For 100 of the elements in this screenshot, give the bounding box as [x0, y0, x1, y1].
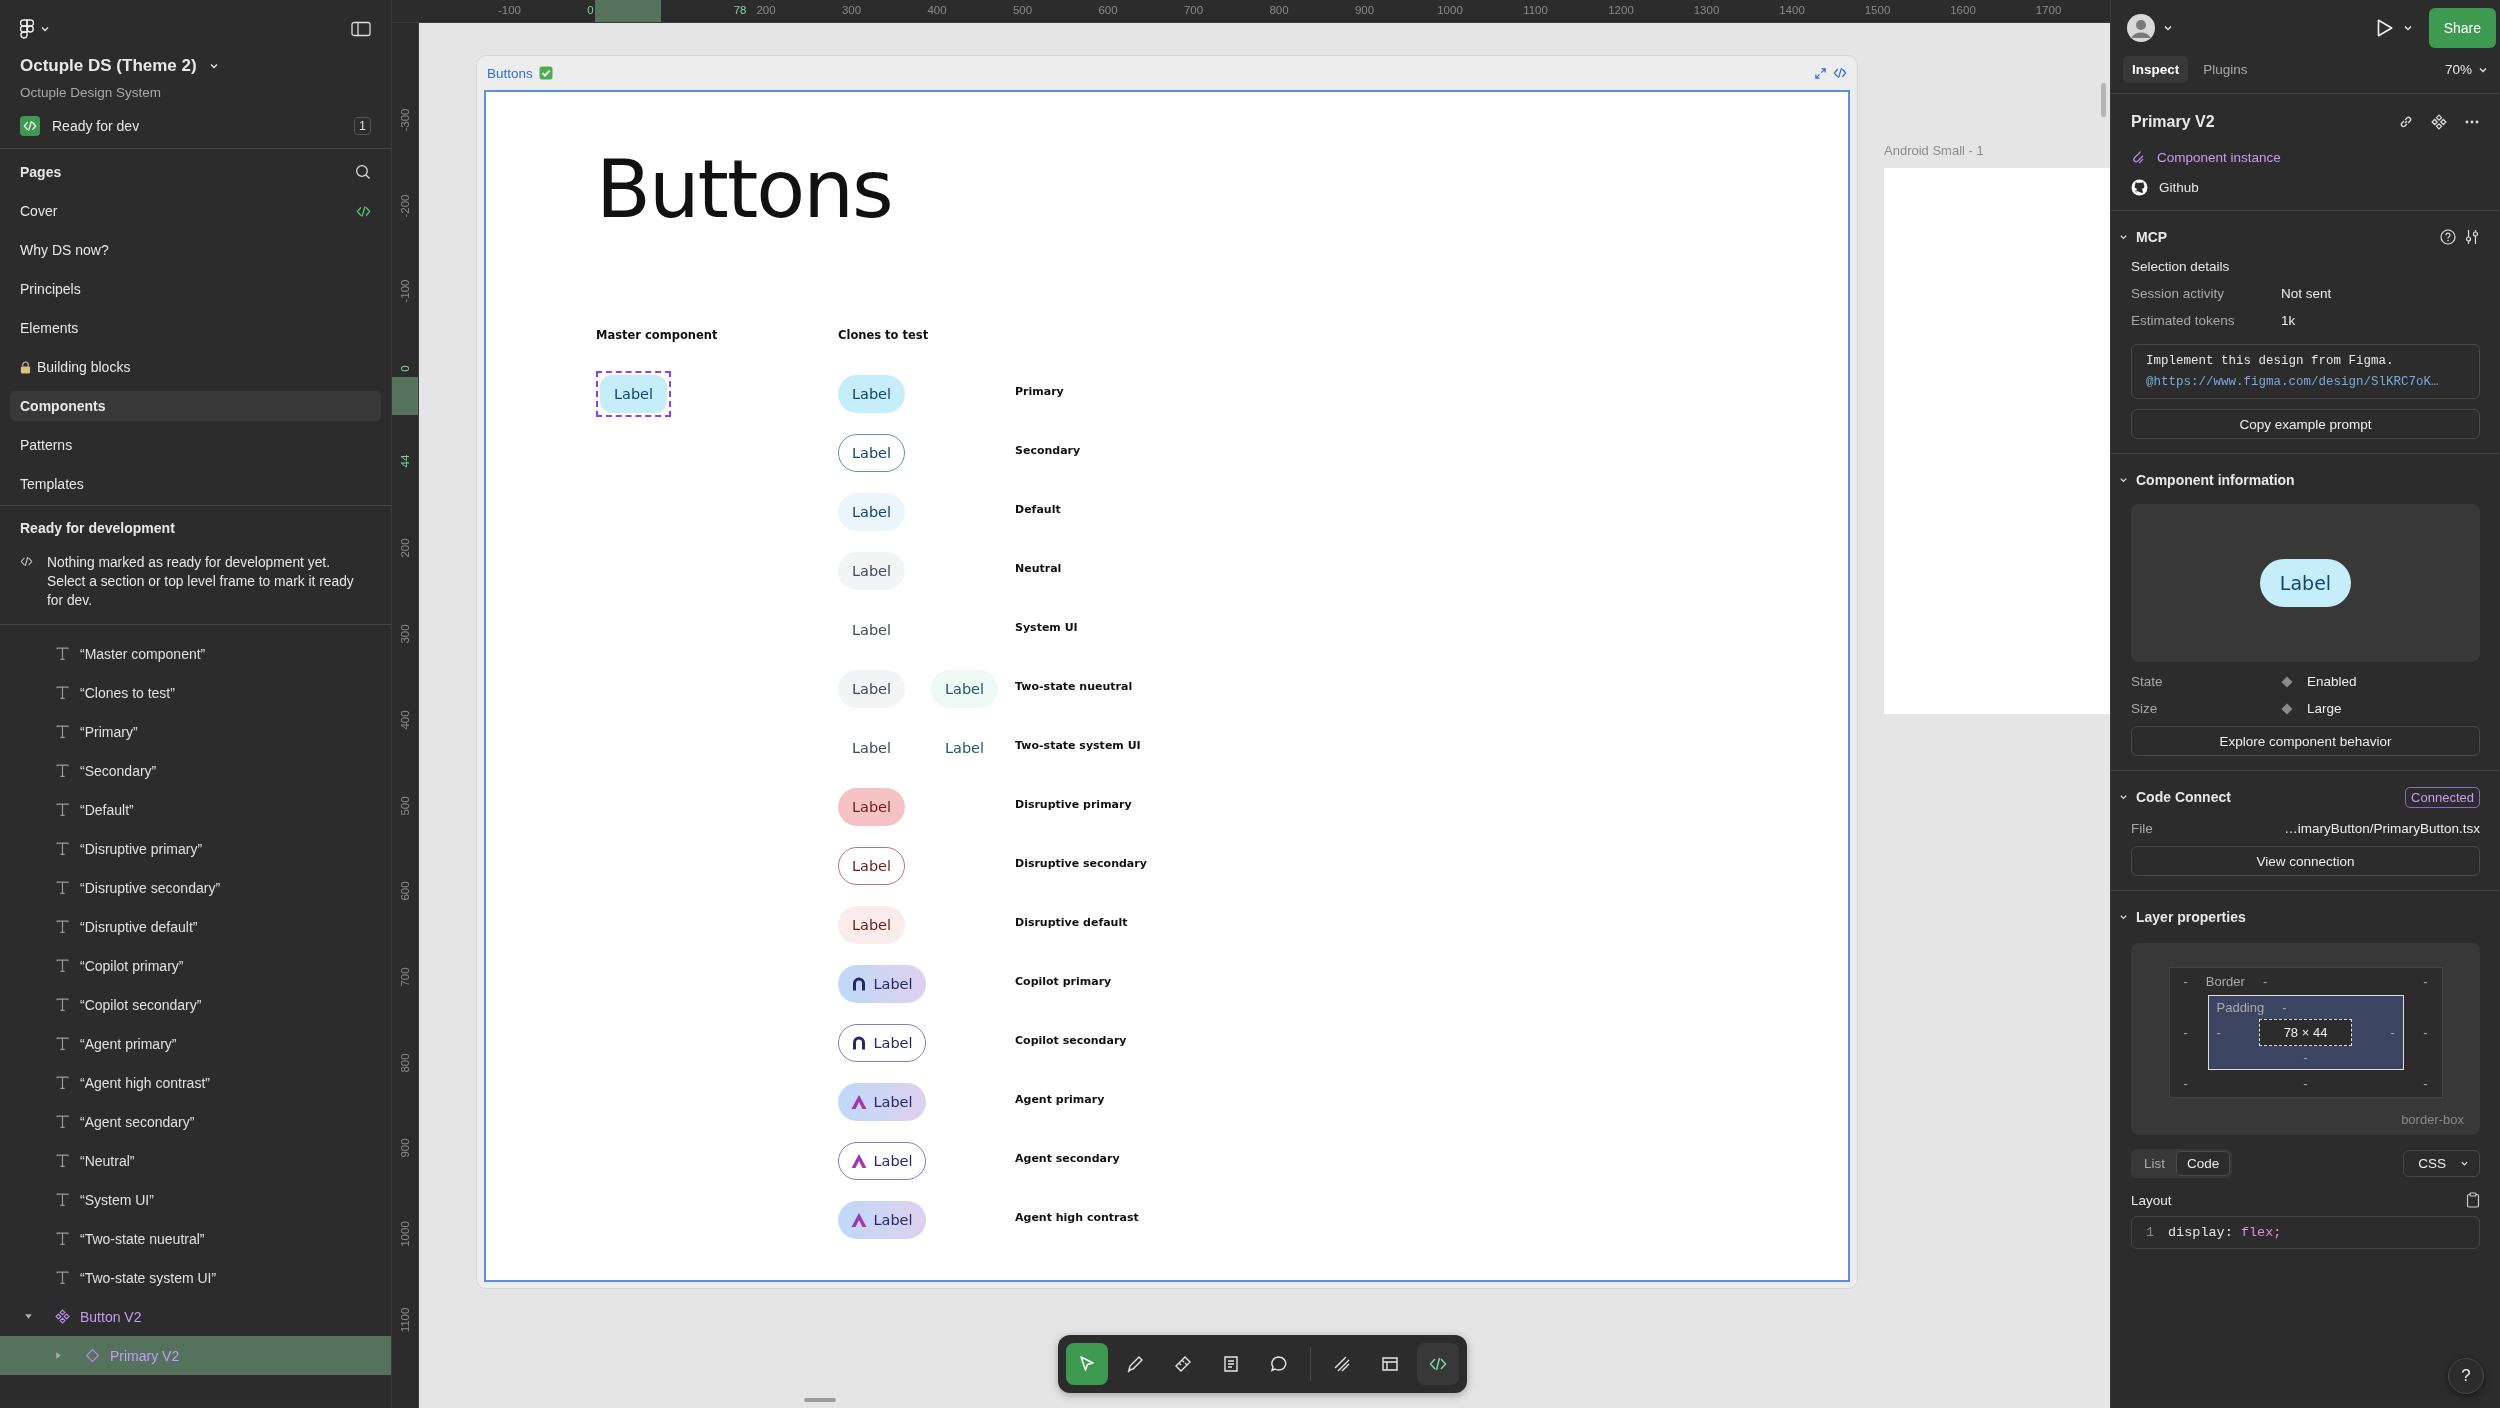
- layer-item[interactable]: “Master component”: [0, 634, 391, 673]
- label-button[interactable]: Label: [838, 669, 905, 708]
- label-button[interactable]: Label: [838, 846, 905, 885]
- view-toggle[interactable]: Code: [2176, 1151, 2231, 1176]
- expand-icon[interactable]: [1814, 66, 1827, 80]
- layer-item[interactable]: “Copilot primary”: [0, 946, 391, 985]
- label-button[interactable]: Label: [931, 669, 998, 708]
- layer-item[interactable]: Button V2: [0, 1297, 391, 1336]
- pen-icon: [1125, 1354, 1145, 1374]
- chevron-icon[interactable]: [2402, 23, 2413, 33]
- layer-item[interactable]: “Copilot secondary”: [0, 985, 391, 1024]
- help-button[interactable]: ?: [2448, 1358, 2484, 1394]
- text-icon: [55, 685, 70, 700]
- avatar[interactable]: [2127, 14, 2155, 42]
- chevron-icon[interactable]: [40, 24, 50, 34]
- value: -: [2303, 1050, 2308, 1065]
- layer-item[interactable]: “Two-state nueutral”: [0, 1219, 391, 1258]
- label-button[interactable]: Label: [838, 551, 905, 590]
- logo-icon[interactable]: [20, 19, 34, 39]
- layer-item[interactable]: “Neutral”: [0, 1141, 391, 1180]
- page-item[interactable]: Cover: [10, 196, 381, 226]
- code-tool[interactable]: [1417, 1343, 1459, 1385]
- label-button[interactable]: Label: [838, 1200, 926, 1239]
- layer-item[interactable]: “Disruptive secondary”: [0, 868, 391, 907]
- layer-item[interactable]: “Default”: [0, 790, 391, 829]
- copy-icon[interactable]: [2466, 1192, 2480, 1208]
- zoom-level[interactable]: 70%: [2444, 62, 2472, 77]
- page-item[interactable]: Components: [10, 391, 381, 421]
- component-instance-link[interactable]: Component instance: [2157, 150, 2281, 165]
- view-connection-button[interactable]: View connection: [2131, 846, 2480, 876]
- variant-label: Two-state nueutral: [1015, 680, 1134, 693]
- team-name: Octuple Design System: [20, 85, 163, 100]
- sidebar-toggle-icon[interactable]: [351, 21, 371, 37]
- label-button[interactable]: Label: [838, 610, 905, 649]
- page-item[interactable]: Elements: [10, 313, 381, 343]
- github-link[interactable]: Github: [2159, 180, 2199, 195]
- chevron-icon[interactable]: [2119, 792, 2128, 802]
- move-tool[interactable]: [1066, 1343, 1108, 1385]
- label-button[interactable]: Label: [931, 728, 998, 767]
- code-icon: [356, 203, 371, 219]
- label-button[interactable]: Label: [838, 1023, 926, 1062]
- section-heading[interactable]: Code Connect: [2136, 789, 2231, 805]
- section-heading[interactable]: MCP: [2136, 229, 2168, 245]
- layer-item[interactable]: “Agent primary”: [0, 1024, 391, 1063]
- ready-for-dev-item[interactable]: Ready for dev 1: [20, 116, 371, 136]
- label-button[interactable]: Label: [838, 728, 905, 767]
- scroll-thumb[interactable]: [804, 1398, 836, 1402]
- layer-item[interactable]: “Secondary”: [0, 751, 391, 790]
- label-button[interactable]: Label: [838, 787, 905, 826]
- label-button[interactable]: Label: [838, 1082, 926, 1121]
- page-item[interactable]: Patterns: [10, 430, 381, 460]
- section-heading[interactable]: Component information: [2136, 472, 2295, 488]
- page-item[interactable]: Templates: [10, 469, 381, 499]
- page-item[interactable]: Principels: [10, 274, 381, 304]
- label-button[interactable]: Label: [838, 433, 905, 472]
- component-icon[interactable]: [2431, 114, 2447, 130]
- file-title[interactable]: Octuple DS (Theme 2): [20, 56, 197, 76]
- chevron-icon[interactable]: [2163, 23, 2173, 33]
- caret-icon[interactable]: [24, 1312, 33, 1321]
- chevron-icon[interactable]: [2119, 475, 2128, 485]
- explore-button[interactable]: Explore component behavior: [2131, 726, 2480, 756]
- search-icon[interactable]: [355, 164, 371, 180]
- chevron-icon[interactable]: [2119, 912, 2128, 922]
- layer-item[interactable]: “System UI”: [0, 1180, 391, 1219]
- property-value: 1k: [2281, 313, 2296, 328]
- property-value: Enabled: [2307, 674, 2357, 689]
- section-heading[interactable]: Layer properties: [2136, 909, 2246, 925]
- chevron-icon[interactable]: [208, 61, 219, 71]
- copy-prompt-button[interactable]: Copy example prompt: [2131, 409, 2480, 439]
- label-button[interactable]: Label: [838, 964, 926, 1003]
- link-icon[interactable]: [2398, 114, 2414, 130]
- share-button[interactable]: Share: [2428, 8, 2496, 48]
- help-icon[interactable]: [2440, 229, 2456, 245]
- label-button[interactable]: Label: [600, 374, 667, 413]
- section-heading: Ready for development: [20, 520, 176, 536]
- label-button[interactable]: Label: [838, 374, 905, 413]
- layer-item[interactable]: “Disruptive default”: [0, 907, 391, 946]
- layer-item[interactable]: “Agent secondary”: [0, 1102, 391, 1141]
- text-icon: [55, 841, 70, 856]
- prompt-link[interactable]: @https://www.figma.com/design/SlKRC7oK…: [2146, 375, 2465, 389]
- panel-tab[interactable]: Inspect: [2123, 56, 2189, 83]
- panel-tab[interactable]: Plugins: [2194, 56, 2257, 83]
- section-title[interactable]: Buttons: [487, 65, 533, 81]
- layer-item[interactable]: “Agent high contrast”: [0, 1063, 391, 1102]
- label-button[interactable]: Label: [838, 492, 905, 531]
- layer-item[interactable]: “Two-state system UI”: [0, 1258, 391, 1297]
- layer-item[interactable]: “Disruptive primary”: [0, 829, 391, 868]
- settings-icon[interactable]: [2464, 229, 2480, 245]
- language-dropdown[interactable]: CSS: [2403, 1150, 2480, 1177]
- page-item[interactable]: Building blocks: [10, 352, 381, 382]
- label-button[interactable]: Label: [838, 905, 905, 944]
- chevron-icon[interactable]: [2119, 232, 2128, 242]
- ruler-label: 400: [399, 710, 411, 730]
- scroll-thumb[interactable]: [2101, 83, 2106, 117]
- label-button[interactable]: Label: [838, 1141, 926, 1180]
- layer-item[interactable]: “Clones to test”: [0, 673, 391, 712]
- layer-item[interactable]: “Primary”: [0, 712, 391, 751]
- view-toggle[interactable]: List: [2133, 1151, 2176, 1176]
- text-icon: [55, 958, 70, 973]
- page-item[interactable]: Why DS now?: [10, 235, 381, 265]
